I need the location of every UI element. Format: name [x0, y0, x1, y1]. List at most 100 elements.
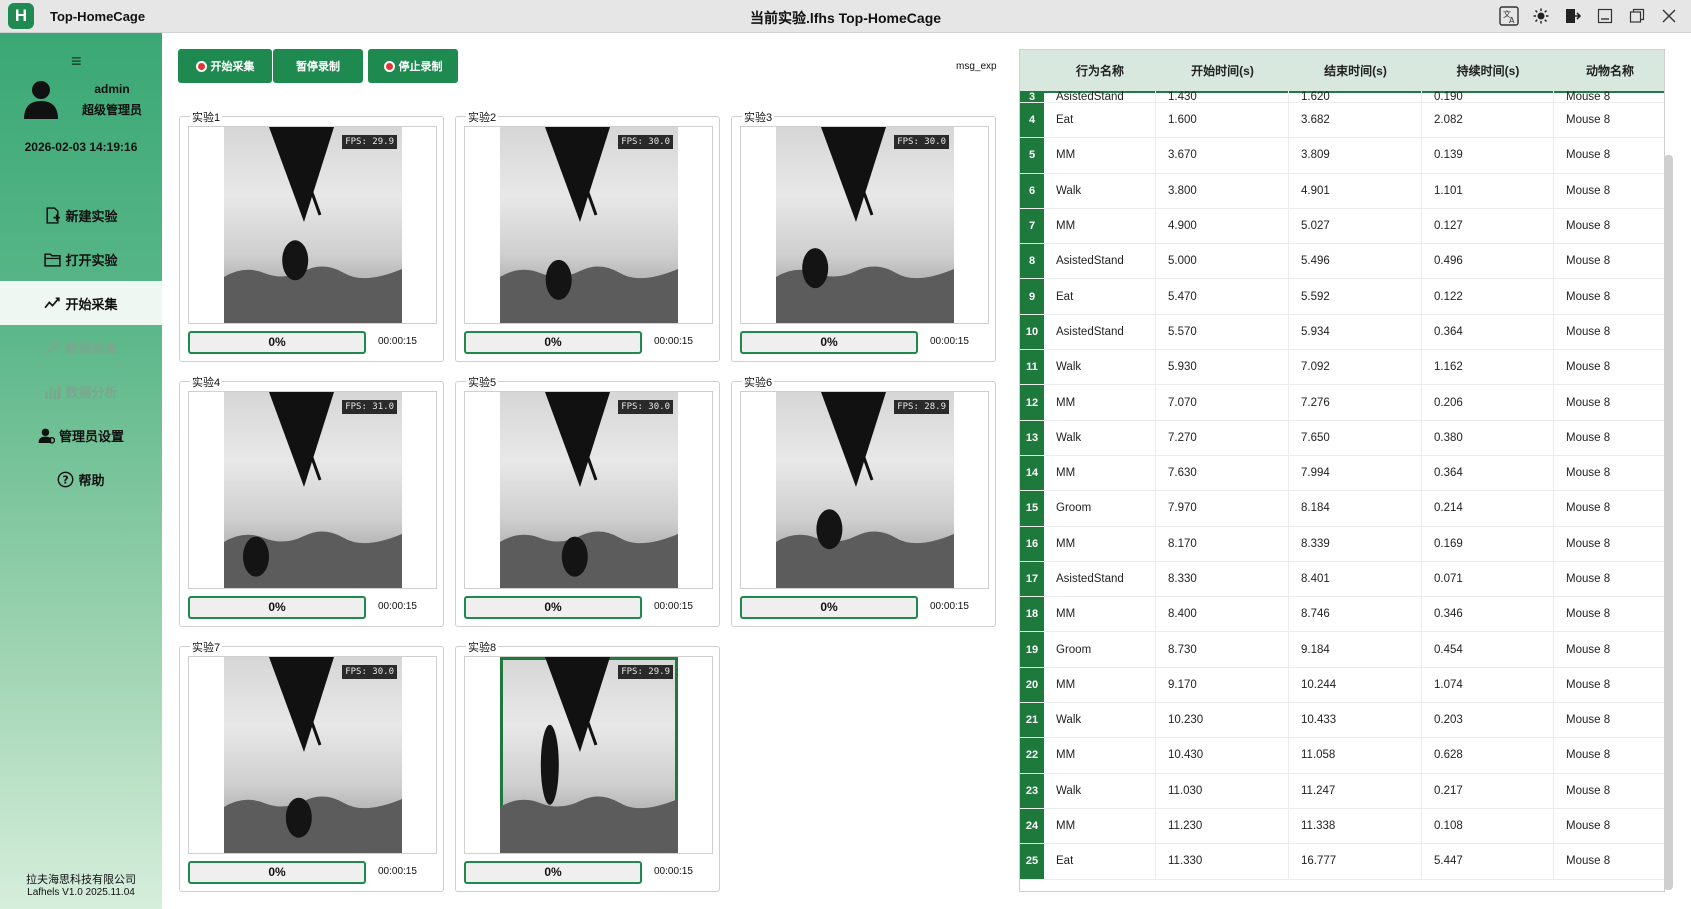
table-row[interactable]: 13 Walk 7.270 7.650 0.380 Mouse 8	[1020, 420, 1664, 456]
cage-bedding	[500, 531, 678, 588]
table-row[interactable]: 24 MM 11.230 11.338 0.108 Mouse 8	[1020, 808, 1664, 845]
table-row[interactable]: 16 MM 8.170 8.339 0.169 Mouse 8	[1020, 526, 1664, 562]
table-row[interactable]: 25 Eat 11.330 16.777 5.447 Mouse 8	[1020, 844, 1664, 880]
mouse-subject	[243, 536, 269, 577]
experiment-label: 实验8	[466, 639, 499, 655]
video-feed[interactable]: FPS: 30.0	[224, 657, 402, 853]
table-cell: 10.244	[1289, 667, 1422, 703]
table-cell: Mouse 8	[1554, 91, 1664, 102]
table-cell: Mouse 8	[1554, 456, 1664, 490]
table-cell: 5.930	[1156, 350, 1289, 385]
experiment-panel: 实验4 FPS: 31.0 0% 00:00:15	[179, 374, 444, 627]
video-frame: FPS: 30.0	[188, 656, 437, 854]
table-row[interactable]: 8 AsistedStand 5.000 5.496 0.496 Mouse 8	[1020, 244, 1664, 280]
table-cell: Mouse 8	[1554, 562, 1664, 596]
exit-icon[interactable]	[1561, 5, 1585, 27]
table-cell: 0.108	[1422, 808, 1554, 844]
translate-icon[interactable]: 文A	[1497, 5, 1521, 27]
table-row[interactable]: 20 MM 9.170 10.244 1.074 Mouse 8	[1020, 667, 1664, 704]
brightness-icon[interactable]	[1529, 5, 1553, 27]
stop-recording-button[interactable]: 停止录制	[368, 49, 458, 83]
table-cell: AsistedStand	[1044, 314, 1156, 350]
water-spout	[584, 186, 598, 216]
video-feed[interactable]: FPS: 28.9	[776, 392, 954, 588]
table-cell: Mouse 8	[1554, 385, 1664, 419]
sidebar-item-start-capture[interactable]: 开始采集	[0, 281, 162, 325]
cage-bedding	[224, 796, 402, 853]
sidebar-item-data-analysis[interactable]: 数据分析	[0, 369, 162, 413]
table-row[interactable]: 9 Eat 5.470 5.592 0.122 Mouse 8	[1020, 279, 1664, 315]
video-feed[interactable]: FPS: 30.0	[500, 127, 678, 323]
row-index: 23	[1020, 773, 1044, 808]
table-row[interactable]: 17 AsistedStand 8.330 8.401 0.071 Mouse 8	[1020, 561, 1664, 598]
table-cell: Eat	[1044, 844, 1156, 879]
restore-icon[interactable]	[1625, 5, 1649, 27]
row-index: 7	[1020, 208, 1044, 244]
sidebar-item-open-experiment[interactable]: 打开实验	[0, 237, 162, 281]
sidebar-item-label: 帮助	[78, 472, 105, 488]
experiment-panel: 实验7 FPS: 30.0 0% 00:00:15	[179, 639, 444, 892]
menu-toggle-icon[interactable]: ≡	[71, 51, 82, 72]
video-feed[interactable]: FPS: 29.9	[224, 127, 402, 323]
table-row[interactable]: 7 MM 4.900 5.027 0.127 Mouse 8	[1020, 208, 1664, 245]
table-row[interactable]: 23 Walk 11.030 11.247 0.217 Mouse 8	[1020, 773, 1664, 809]
table-row[interactable]: 19 Groom 8.730 9.184 0.454 Mouse 8	[1020, 632, 1664, 668]
sidebar-item-admin-settings[interactable]: 管理员设置	[0, 413, 162, 457]
table-cell: 0.496	[1422, 244, 1554, 279]
row-index: 5	[1020, 138, 1044, 173]
table-cell: Mouse 8	[1554, 279, 1664, 313]
table-cell: MM	[1044, 667, 1156, 703]
table-cell: 5.027	[1289, 208, 1422, 244]
mouse-subject	[285, 797, 312, 838]
repair-icon	[45, 339, 61, 355]
elapsed-time: 00:00:15	[654, 866, 693, 877]
table-row[interactable]: 11 Walk 5.930 7.092 1.162 Mouse 8	[1020, 350, 1664, 386]
table-row[interactable]: 12 MM 7.070 7.276 0.206 Mouse 8	[1020, 385, 1664, 421]
table-scrollbar[interactable]	[1664, 155, 1673, 890]
table-cell: 10.430	[1156, 738, 1289, 773]
video-feed[interactable]: FPS: 29.9	[500, 657, 678, 853]
table-cell: 11.338	[1289, 808, 1422, 844]
video-frame: FPS: 30.0	[740, 126, 989, 324]
table-cell: Mouse 8	[1554, 174, 1664, 208]
table-row[interactable]: 14 MM 7.630 7.994 0.364 Mouse 8	[1020, 455, 1664, 492]
table-cell: 0.122	[1422, 279, 1554, 314]
table-cell: 5.496	[1289, 244, 1422, 279]
close-icon[interactable]	[1657, 5, 1681, 27]
sidebar-item-help[interactable]: ? 帮助	[0, 457, 162, 501]
table-row[interactable]: 5 MM 3.670 3.809 0.139 Mouse 8	[1020, 138, 1664, 174]
sidebar-item-data-repair[interactable]: 数据修复	[0, 325, 162, 369]
table-row[interactable]: 10 AsistedStand 5.570 5.934 0.364 Mouse 8	[1020, 314, 1664, 351]
video-feed[interactable]: FPS: 30.0	[500, 392, 678, 588]
video-feed[interactable]: FPS: 31.0	[224, 392, 402, 588]
table-cell: Mouse 8	[1554, 668, 1664, 702]
table-cell: 0.346	[1422, 597, 1554, 632]
experiment-label: 实验2	[466, 109, 499, 125]
sidebar-item-label: 新建实验	[65, 208, 118, 224]
cage-scene	[500, 392, 678, 588]
table-row[interactable]: 15 Groom 7.970 8.184 0.214 Mouse 8	[1020, 491, 1664, 527]
video-feed[interactable]: FPS: 30.0	[776, 127, 954, 323]
table-row[interactable]: 3 AsistedStand 1.430 1.620 0.190 Mouse 8	[1020, 91, 1664, 103]
video-frame: FPS: 30.0	[464, 126, 713, 324]
video-frame: FPS: 28.9	[740, 391, 989, 589]
table-row[interactable]: 4 Eat 1.600 3.682 2.082 Mouse 8	[1020, 103, 1664, 139]
pause-recording-button[interactable]: 暂停录制	[273, 49, 363, 83]
table-cell: 1.620	[1289, 91, 1422, 102]
mouse-subject	[816, 509, 843, 550]
table-cell: 5.592	[1289, 279, 1422, 314]
table-cell: 9.170	[1156, 667, 1289, 703]
sidebar-item-new-experiment[interactable]: 新建实验	[0, 193, 162, 237]
table-row[interactable]: 6 Walk 3.800 4.901 1.101 Mouse 8	[1020, 173, 1664, 209]
table-cell: 5.470	[1156, 279, 1289, 314]
table-cell: 11.247	[1289, 773, 1422, 808]
table-row[interactable]: 22 MM 10.430 11.058 0.628 Mouse 8	[1020, 738, 1664, 774]
column-header: 持续时间(s)	[1456, 64, 1520, 78]
table-row[interactable]: 18 MM 8.400 8.746 0.346 Mouse 8	[1020, 597, 1664, 633]
table-cell: 7.994	[1289, 455, 1422, 491]
table-cell: 8.330	[1156, 561, 1289, 597]
cage-scene	[500, 657, 678, 853]
start-capture-button[interactable]: 开始采集	[178, 49, 272, 83]
minimize-icon[interactable]	[1593, 5, 1617, 27]
table-row[interactable]: 21 Walk 10.230 10.433 0.203 Mouse 8	[1020, 703, 1664, 739]
